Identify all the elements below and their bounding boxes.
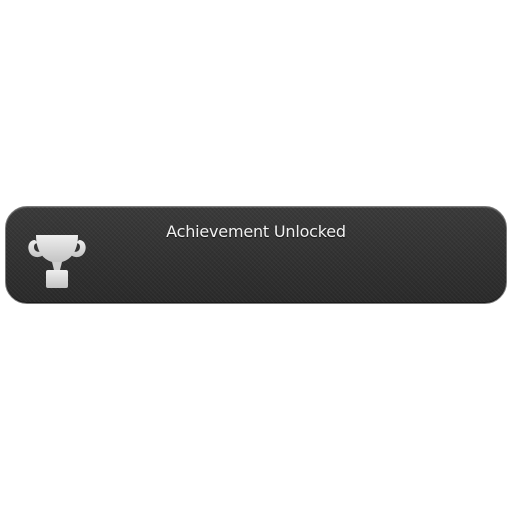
trophy-icon <box>28 235 86 288</box>
screen: Achievement Unlocked <box>0 0 512 512</box>
notification-title: Achievement Unlocked <box>166 222 346 241</box>
achievement-notification: Achievement Unlocked <box>5 206 507 304</box>
